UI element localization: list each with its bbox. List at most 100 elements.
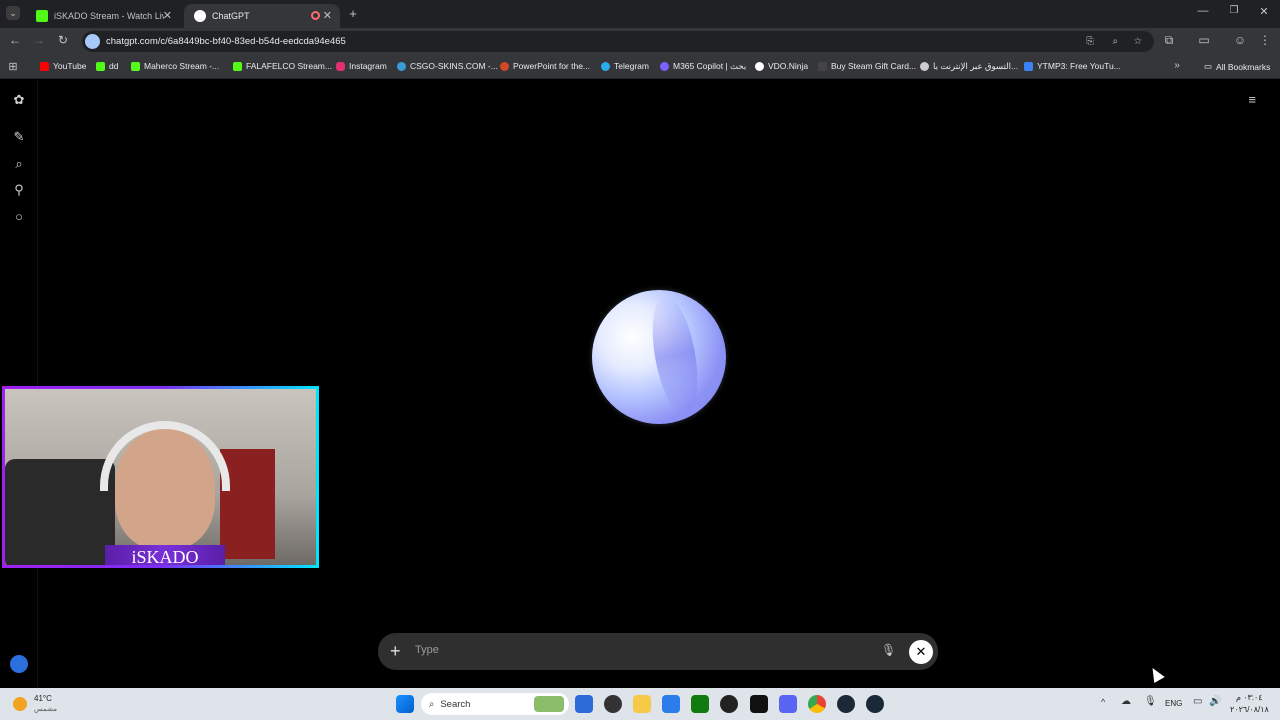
weather-icon[interactable] — [13, 697, 27, 711]
bookmark-shopping[interactable]: التسوق عبر الإنترنت با... — [920, 61, 1018, 72]
tiktok-icon[interactable] — [750, 695, 768, 713]
taskbar-search[interactable]: ⌕ Search — [421, 693, 569, 715]
telegram-icon — [601, 61, 610, 71]
windows-taskbar: 41°C مشمس ⌕ Search ^ ☁ 🎙 ENG ▭ 🔊 ٠٣:٠٤ م… — [0, 688, 1280, 720]
bookmark-maherco[interactable]: Maherco Stream -... — [131, 61, 219, 71]
shopping-icon — [920, 62, 929, 71]
xbox-icon[interactable] — [691, 695, 709, 713]
onedrive-icon[interactable]: ☁ — [1121, 696, 1131, 707]
forward-icon[interactable]: → — [32, 33, 46, 47]
search-highlight-image — [534, 696, 564, 712]
recording-icon — [311, 11, 320, 20]
mic-tray-icon[interactable]: 🎙 — [1144, 696, 1157, 707]
youtube-icon — [40, 61, 49, 71]
language-indicator[interactable]: ENG — [1165, 699, 1182, 708]
network-icon[interactable]: ▭ — [1193, 696, 1202, 707]
tab-iskado-stream[interactable]: iSKADO Stream - Watch Live on ✕ — [26, 4, 180, 28]
download-icon — [1024, 61, 1033, 71]
weather-desc: مشمس — [34, 706, 57, 713]
headphones — [100, 421, 230, 491]
gaming-chair — [5, 459, 115, 565]
tab-search-icon[interactable]: ⌄ — [6, 6, 20, 20]
more-bookmarks-icon[interactable]: » — [1171, 60, 1183, 71]
bookmark-falafelco[interactable]: FALAFELCO Stream... — [233, 61, 332, 71]
bookmark-dd[interactable]: dd — [96, 61, 118, 71]
back-icon[interactable]: ← — [8, 33, 22, 47]
bookmark-b-icon — [818, 61, 827, 71]
chatgpt-sidebar: ✿ ✎ ⌕ ⚲ ○ — [0, 80, 38, 688]
bookmark-ytmp3[interactable]: YTMP3: Free YouTu... — [1024, 61, 1121, 71]
powerpoint-icon — [500, 61, 509, 71]
end-voice-button[interactable]: ✕ — [909, 640, 933, 664]
clock-time[interactable]: ٠٣:٠٤ م — [1236, 693, 1263, 702]
kick-icon — [36, 10, 48, 22]
file-explorer-icon[interactable] — [633, 695, 651, 713]
chat-bubble-icon[interactable]: ○ — [11, 209, 27, 225]
new-chat-icon[interactable]: ✎ — [11, 129, 27, 145]
discord-icon[interactable] — [779, 695, 797, 713]
side-panel-icon[interactable]: ▭ — [1197, 33, 1211, 47]
clock-date[interactable]: ٢٠٢٦/٠٨/١٨ — [1230, 705, 1269, 714]
volume-icon[interactable]: 🔊 — [1209, 696, 1221, 707]
copilot-icon — [660, 62, 669, 71]
tab-chatgpt[interactable]: ChatGPT ✕ — [184, 4, 340, 28]
pin-icon[interactable]: ⚲ — [11, 182, 27, 198]
steam-icon[interactable] — [837, 695, 855, 713]
user-avatar[interactable] — [10, 655, 28, 673]
bookmark-youtube[interactable]: YouTube — [40, 61, 86, 71]
steam-icon-2[interactable] — [866, 695, 884, 713]
translate-icon[interactable]: ⎘ — [1086, 36, 1094, 47]
bookmarks-bar: ⊞ YouTube dd Maherco Stream -... FALAFEL… — [0, 55, 1280, 79]
bookmark-instagram[interactable]: Instagram — [336, 61, 387, 71]
url-text: chatgpt.com/c/6a8449bc-bf40-83ed-b54d-ee… — [106, 36, 346, 47]
folder-icon: ▭ — [1204, 61, 1213, 71]
app-icon-2[interactable] — [604, 695, 622, 713]
close-tab-icon[interactable]: ✕ — [163, 9, 172, 22]
instagram-icon — [336, 61, 345, 71]
chatgpt-app-icon[interactable] — [720, 695, 738, 713]
extensions-icon[interactable]: ⧉ — [1162, 33, 1176, 48]
add-attachment-icon[interactable]: + — [390, 641, 401, 661]
mic-muted-icon[interactable]: 🎙 — [881, 643, 896, 657]
browser-tab-strip: ⌄ iSKADO Stream - Watch Live on ✕ ChatGP… — [0, 0, 1280, 28]
chrome-icon[interactable] — [808, 695, 826, 713]
browser-toolbar: ← → ↻ chatgpt.com/c/6a8449bc-bf40-83ed-b… — [0, 28, 1280, 55]
message-input[interactable]: Type — [415, 644, 439, 656]
zoom-icon[interactable]: ⌕ — [1113, 36, 1118, 47]
address-bar[interactable]: chatgpt.com/c/6a8449bc-bf40-83ed-b54d-ee… — [82, 31, 1154, 52]
all-bookmarks[interactable]: ▭ All Bookmarks — [1204, 61, 1270, 72]
weather-temp: 41°C — [34, 694, 52, 703]
close-window-icon[interactable]: ✕ — [1257, 5, 1271, 18]
minimize-icon[interactable]: — — [1196, 5, 1210, 17]
store-icon[interactable] — [662, 695, 680, 713]
profile-icon[interactable]: ☺ — [1232, 33, 1248, 47]
kick-icon — [131, 61, 140, 71]
bookmark-steam-gift[interactable]: Buy Steam Gift Card... — [818, 61, 916, 71]
search-icon[interactable]: ⌕ — [11, 156, 27, 172]
bookmark-star-icon[interactable]: ☆ — [1133, 36, 1142, 47]
kick-icon — [233, 61, 242, 71]
bookmark-vdo-ninja[interactable]: VDO.Ninja — [755, 61, 808, 71]
search-icon: ⌕ — [429, 698, 435, 710]
reload-icon[interactable]: ↻ — [56, 33, 70, 47]
bookmark-csgo-skins[interactable]: CSGO-SKINS.COM -... — [397, 61, 498, 71]
streamer-nameplate: iSKADO — [105, 545, 225, 565]
chatgpt-logo-icon[interactable]: ✿ — [11, 92, 27, 108]
settings-sliders-icon[interactable]: ≡ — [1248, 92, 1256, 107]
apps-icon[interactable]: ⊞ — [7, 60, 19, 73]
menu-icon[interactable]: ⋮ — [1259, 33, 1271, 47]
windows-start-icon[interactable] — [396, 695, 414, 713]
kick-icon — [96, 61, 105, 71]
restore-icon[interactable]: ❐ — [1227, 5, 1241, 16]
bookmark-m365-copilot[interactable]: M365 Copilot | بحث — [660, 61, 746, 72]
webcam-overlay: iSKADO — [2, 386, 319, 568]
site-info-icon[interactable] — [85, 34, 100, 49]
chatgpt-icon — [194, 10, 206, 22]
bookmark-telegram[interactable]: Telegram — [601, 61, 649, 71]
close-tab-icon[interactable]: ✕ — [323, 9, 332, 22]
tab-title: iSKADO Stream - Watch Live on — [54, 11, 164, 21]
app-icon-1[interactable] — [575, 695, 593, 713]
new-tab-icon[interactable]: + — [346, 6, 360, 21]
bookmark-powerpoint[interactable]: PowerPoint for the... — [500, 61, 590, 71]
tray-chevron-icon[interactable]: ^ — [1101, 697, 1105, 707]
